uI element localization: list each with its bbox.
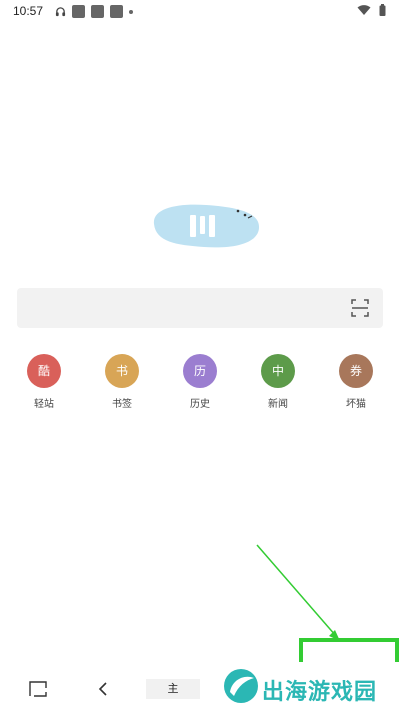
shortcut-label: 轻站 xyxy=(34,399,54,410)
annotation-arrowhead xyxy=(329,630,340,641)
shortcut-icon: 酷 xyxy=(27,354,61,388)
shortcut-bookmarks[interactable]: 书 书签 xyxy=(96,354,148,410)
screenshot-crop-icon[interactable] xyxy=(29,681,47,697)
home-tab[interactable]: 主 xyxy=(146,679,200,699)
shortcut-label: 书签 xyxy=(112,399,132,410)
status-time: 10:57 xyxy=(13,4,44,18)
shortcut-history[interactable]: 历 历史 xyxy=(174,354,226,410)
system-status-icons xyxy=(357,4,386,16)
browser-home-screen: 10:57 酷 轻站 书 书签 历 历史 中 新闻 券 坏猫 主 出海游戏园 xyxy=(0,0,400,712)
search-bar[interactable] xyxy=(17,288,383,328)
shortcut-icon: 历 xyxy=(183,354,217,388)
shortcut-label: 坏猫 xyxy=(346,399,366,410)
shortcut-label: 历史 xyxy=(190,399,210,410)
headphones-icon xyxy=(55,7,66,17)
watermark-emblem-icon xyxy=(224,669,258,703)
watermark-logo: 出海游戏园 xyxy=(222,664,400,712)
wifi-icon xyxy=(357,5,371,15)
shortcut-news[interactable]: 中 新闻 xyxy=(252,354,304,410)
annotation-highlight-box xyxy=(299,638,399,662)
annotation-arrow xyxy=(256,544,337,637)
watermark-text: 出海游戏园 xyxy=(262,680,378,705)
battery-icon xyxy=(379,4,386,16)
shortcut-icon: 书 xyxy=(105,354,139,388)
shortcut-grid: 酷 轻站 书 书签 历 历史 中 新闻 券 坏猫 xyxy=(18,354,390,414)
shortcut-label: 新闻 xyxy=(268,399,288,410)
status-bar: 10:57 xyxy=(0,0,400,26)
app-notification-icon xyxy=(91,5,104,18)
more-notifications-dot xyxy=(129,9,133,14)
browser-logo xyxy=(153,204,260,248)
scan-qr-icon[interactable] xyxy=(350,298,370,318)
back-arrow-icon[interactable] xyxy=(97,681,109,697)
shortcut-icon: 券 xyxy=(339,354,373,388)
shortcut-icon: 中 xyxy=(261,354,295,388)
app-notification-icon xyxy=(110,5,123,18)
app-notification-icon xyxy=(72,5,85,18)
shortcut-bad-cat[interactable]: 券 坏猫 xyxy=(330,354,382,410)
shortcut-light-site[interactable]: 酷 轻站 xyxy=(18,354,70,410)
notification-icons xyxy=(55,5,133,18)
